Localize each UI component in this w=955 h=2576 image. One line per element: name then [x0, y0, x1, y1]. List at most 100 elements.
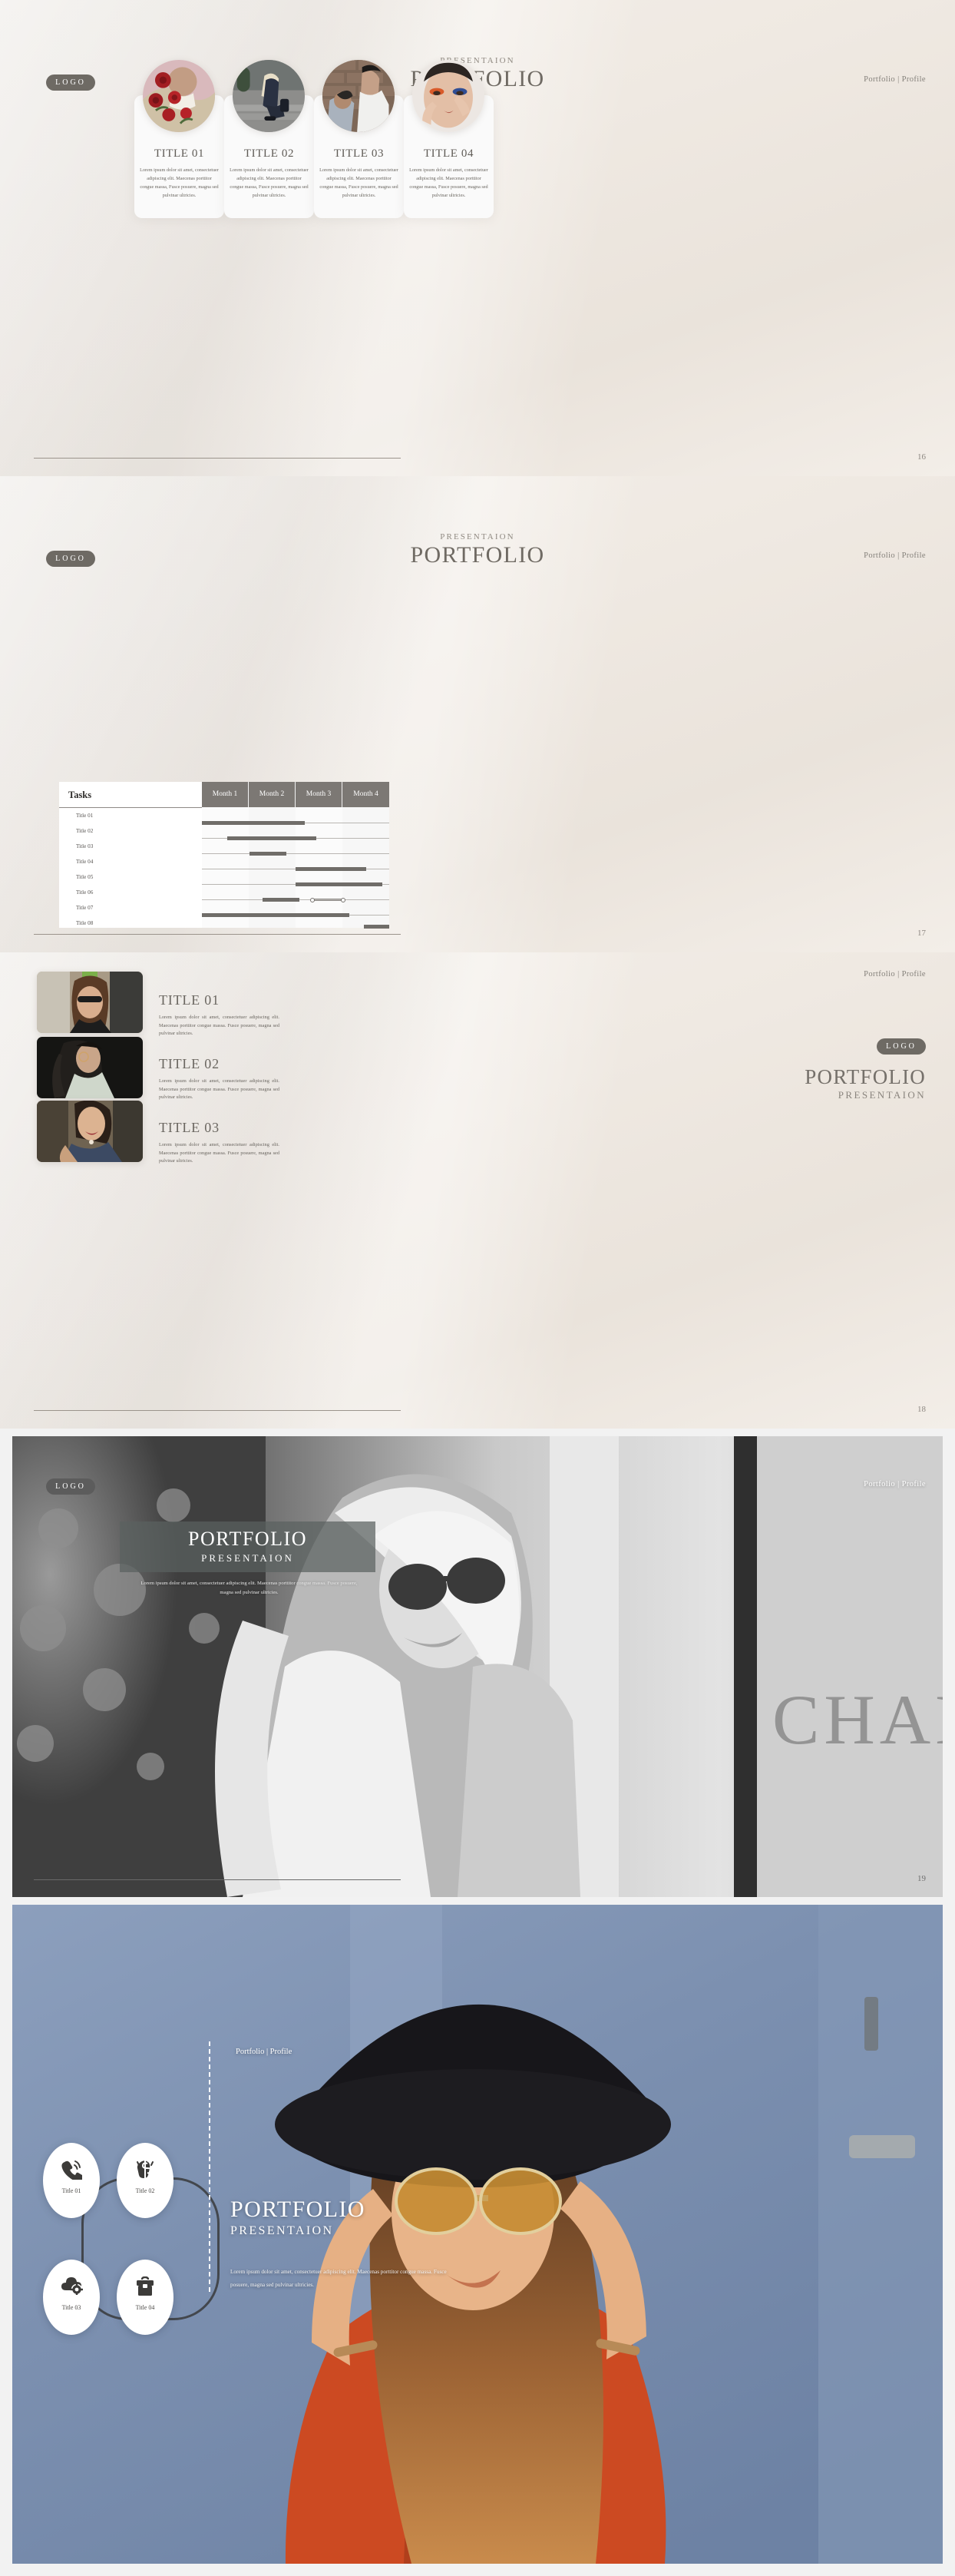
- slide-19: CHANEL LOGO P: [0, 1429, 955, 1905]
- gantt-row-label: Title 04: [76, 859, 94, 865]
- gantt-bar[interactable]: [364, 925, 389, 929]
- presentation-deck: LOGO PRESENTAION PORTFOLIO Portfolio | P…: [0, 0, 955, 2576]
- feature-node[interactable]: Title 04: [117, 2260, 173, 2335]
- slide-body-text: Lorem ipsum dolor sit amet, consectetuer…: [230, 2269, 447, 2288]
- briefcase-icon-svg: [137, 2276, 154, 2296]
- slide-title: PORTFOLIO: [230, 2197, 365, 2222]
- card-body: Lorem ipsum dolor sit amet, consectetuer…: [140, 167, 219, 198]
- photo-sunglasses-street: [37, 972, 143, 1033]
- gantt-row-label: Title 05: [76, 874, 94, 880]
- card-photo: [412, 60, 484, 132]
- slide-16: LOGO PRESENTAION PORTFOLIO Portfolio | P…: [0, 0, 955, 476]
- slide-17: LOGO PRESENTAION PORTFOLIO Portfolio | P…: [0, 476, 955, 952]
- gantt-bar[interactable]: [227, 836, 316, 840]
- card-title: TITLE 03: [333, 147, 385, 160]
- briefcase-icon: [117, 2276, 173, 2300]
- feature-node-label: Title 03: [61, 2304, 81, 2311]
- footer-divider: [34, 458, 401, 459]
- cloud-settings-icon-svg: [61, 2277, 84, 2296]
- photo-blonde-steps: [233, 60, 305, 132]
- gantt-column-header[interactable]: Month 1: [202, 782, 249, 807]
- slide-20: Title 01 Title 02 Title 03 Title 04 Port…: [0, 1905, 955, 2576]
- header-nav[interactable]: Portfolio | Profile: [236, 2048, 292, 2056]
- list-photo: [37, 972, 143, 1033]
- feature-node[interactable]: Title 02: [117, 2143, 173, 2218]
- header-eyebrow: PRESENTAION: [440, 532, 515, 541]
- list-item-body: Lorem ipsum dolor sit amet, consectetuer…: [159, 1142, 279, 1164]
- feature-node-label: Title 01: [61, 2187, 81, 2194]
- gantt-column-header[interactable]: Month 3: [296, 782, 342, 807]
- gantt-row-label: Title 02: [76, 828, 94, 834]
- logo-badge[interactable]: LOGO: [46, 1478, 95, 1495]
- gantt-row-baseline: [202, 853, 389, 854]
- list-item-title: TITLE 01: [159, 992, 220, 1008]
- gantt-bar[interactable]: [202, 821, 305, 825]
- slide-title-block: PORTFOLIO PRESENTAION: [230, 2197, 365, 2240]
- list-photo: [37, 1037, 143, 1098]
- logo-badge[interactable]: LOGO: [877, 1038, 926, 1055]
- money-hand-icon: [117, 2160, 173, 2184]
- svg-text:CHANEL: CHANEL: [772, 1680, 943, 1759]
- slide-19-photo-frame: CHANEL LOGO P: [12, 1436, 943, 1897]
- gantt-column-band: [249, 807, 296, 928]
- card-title: TITLE 01: [154, 147, 205, 160]
- feature-node[interactable]: Title 01: [43, 2143, 100, 2218]
- title-overlay: PORTFOLIO PRESENTAION: [120, 1521, 375, 1572]
- photo-roses-portrait: [143, 60, 215, 132]
- feature-node[interactable]: Title 03: [43, 2260, 100, 2335]
- card-body: Lorem ipsum dolor sit amet, consectetuer…: [409, 167, 488, 198]
- header-nav[interactable]: Portfolio | Profile: [864, 1480, 926, 1488]
- gantt-bar[interactable]: [202, 913, 349, 917]
- gantt-row-label: Title 07: [76, 905, 94, 911]
- gantt-milestone-node[interactable]: [310, 897, 315, 902]
- slide-subtitle: PRESENTAION: [230, 2224, 334, 2237]
- page-number: 16: [917, 452, 926, 462]
- list-item-body: Lorem ipsum dolor sit amet, consectetuer…: [159, 1015, 279, 1036]
- gantt-tasks-header: Tasks: [68, 790, 92, 800]
- overlay-title: PORTFOLIO: [188, 1528, 307, 1550]
- header-nav[interactable]: Portfolio | Profile: [864, 970, 926, 978]
- cloud-settings-icon: [43, 2276, 100, 2299]
- card-body: Lorem ipsum dolor sit amet, consectetuer…: [319, 167, 398, 198]
- gantt-row-label: Title 03: [76, 843, 94, 849]
- page-number: 18: [917, 1405, 926, 1414]
- money-hand-icon-svg: [137, 2160, 154, 2180]
- footer-divider: [34, 934, 401, 935]
- slide-header: PRESENTAION PORTFOLIO: [0, 531, 955, 568]
- photo-men-wall: [322, 60, 395, 132]
- gantt-column-band: [202, 807, 249, 928]
- gantt-bar[interactable]: [263, 898, 299, 902]
- photo-makeup-face: [412, 60, 484, 132]
- header-nav[interactable]: Portfolio | Profile: [864, 551, 926, 560]
- photo-dark-portrait: [37, 1037, 143, 1098]
- gantt-chart: Tasks Month 1 Month 2 Month 3 Month 4 Ti…: [59, 782, 389, 929]
- header-title: PORTFOLIO: [410, 542, 545, 568]
- footer-divider: [34, 1879, 401, 1880]
- header-eyebrow: PRESENTAION: [440, 56, 515, 65]
- gantt-bar[interactable]: [296, 882, 382, 886]
- header-nav[interactable]: Portfolio | Profile: [864, 75, 926, 84]
- gantt-row-label: Title 01: [76, 813, 94, 819]
- card-photo: [143, 60, 215, 132]
- vertical-dashed-divider: [209, 2041, 210, 2292]
- gantt-column-header[interactable]: Month 2: [249, 782, 296, 807]
- gantt-milestone-node[interactable]: [341, 897, 345, 902]
- card-body: Lorem ipsum dolor sit amet, consectetuer…: [230, 167, 309, 198]
- phone-call-icon-svg: [61, 2160, 84, 2183]
- gantt-bar[interactable]: [296, 867, 366, 871]
- gantt-bar[interactable]: [249, 852, 286, 856]
- feature-node-label: Title 02: [135, 2187, 155, 2194]
- list-item-body: Lorem ipsum dolor sit amet, consectetuer…: [159, 1078, 279, 1100]
- slide-18: Portfolio | Profile TITLE 01 Lorem ipsum…: [0, 952, 955, 1429]
- feature-node-label: Title 04: [135, 2304, 155, 2311]
- gantt-row-label: Title 06: [76, 889, 94, 896]
- footer-divider: [34, 1410, 401, 1411]
- brand-title: PORTFOLIO: [805, 1065, 926, 1088]
- photo-blonde-chanel-bw: CHANEL: [12, 1436, 943, 1897]
- phone-call-icon: [43, 2160, 100, 2184]
- list-item-title: TITLE 03: [159, 1120, 220, 1135]
- card-photo: [322, 60, 395, 132]
- card-title: TITLE 02: [243, 147, 295, 160]
- gantt-column-header[interactable]: Month 4: [342, 782, 389, 807]
- overlay-subtitle: PRESENTAION: [201, 1552, 294, 1564]
